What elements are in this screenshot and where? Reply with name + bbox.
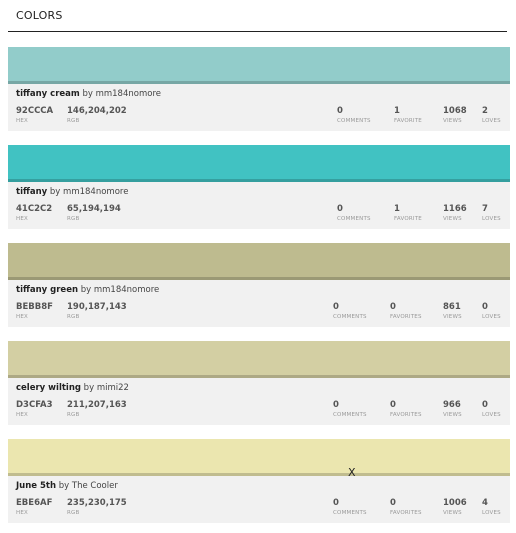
loves-stat[interactable]: 0 LOVES [482, 400, 501, 419]
comments-stat[interactable]: 0 COMMENTS [333, 302, 367, 321]
favorites-stat[interactable]: 0 FAVORITES [390, 498, 422, 517]
author-link[interactable]: mimi22 [97, 383, 129, 393]
comments-stat[interactable]: 0 COMMENTS [337, 106, 371, 125]
color-swatch[interactable] [8, 47, 510, 84]
hex-stat: 92CCCA HEX [16, 106, 54, 124]
colors-header: COLORS [8, 6, 507, 32]
color-title: tiffany green by mm184nomore [16, 285, 159, 295]
color-name-link[interactable]: tiffany green [16, 285, 78, 295]
color-name-link[interactable]: celery wilting [16, 383, 81, 393]
color-name-link[interactable]: June 5th [16, 481, 56, 491]
color-card[interactable]: celery wilting by mimi22 D3CFA3 HEX 211,2… [8, 341, 510, 425]
favorites-stat[interactable]: 0 FAVORITES [390, 302, 422, 321]
views-stat: 966 VIEWS [443, 400, 462, 418]
favorites-stat[interactable]: 1 FAVORITE [394, 106, 422, 125]
rgb-stat: 211,207,163 RGB [67, 400, 127, 418]
favorites-stat[interactable]: 0 FAVORITES [390, 400, 422, 419]
color-swatch[interactable] [8, 341, 510, 378]
by-label: by [80, 285, 92, 295]
page-title: COLORS [16, 9, 63, 22]
hex-stat: 41C2C2 HEX [16, 204, 53, 222]
loves-stat[interactable]: 2 LOVES [482, 106, 501, 125]
by-label: by [58, 481, 70, 491]
views-stat: 861 VIEWS [443, 302, 462, 320]
color-card[interactable]: tiffany cream by mm184nomore 92CCCA HEX 1… [8, 47, 510, 131]
color-title: tiffany cream by mm184nomore [16, 89, 161, 99]
views-stat: 1068 VIEWS [443, 106, 467, 124]
rgb-stat: 65,194,194 RGB [67, 204, 121, 222]
loves-stat[interactable]: 0 LOVES [482, 302, 501, 321]
close-cursor-icon: X [348, 466, 356, 479]
comments-stat[interactable]: 0 COMMENTS [333, 498, 367, 517]
loves-stat[interactable]: 4 LOVES [482, 498, 501, 517]
color-swatch[interactable] [8, 145, 510, 182]
views-stat: 1166 VIEWS [443, 204, 467, 222]
rgb-stat: 146,204,202 RGB [67, 106, 127, 124]
color-card[interactable]: tiffany green by mm184nomore BEBB8F HEX 1… [8, 243, 510, 327]
by-label: by [82, 89, 93, 99]
hex-stat: EBE6AF HEX [16, 498, 53, 516]
rgb-stat: 235,230,175 RGB [67, 498, 127, 516]
comments-stat[interactable]: 0 COMMENTS [333, 400, 367, 419]
loves-stat[interactable]: 7 LOVES [482, 204, 501, 223]
color-title: celery wilting by mimi22 [16, 383, 129, 393]
color-swatch[interactable] [8, 243, 510, 280]
color-card[interactable]: tiffany by mm184nomore 41C2C2 HEX 65,194,… [8, 145, 510, 229]
color-title: June 5th by The Cooler [16, 481, 118, 491]
views-stat: 1006 VIEWS [443, 498, 467, 516]
comments-stat[interactable]: 0 COMMENTS [337, 204, 371, 223]
color-title: tiffany by mm184nomore [16, 187, 128, 197]
author-link[interactable]: mm184nomore [96, 89, 161, 99]
author-link[interactable]: The Cooler [72, 481, 118, 491]
hex-stat: BEBB8F HEX [16, 302, 53, 320]
color-card[interactable]: June 5th by The Cooler EBE6AF HEX 235,230… [8, 439, 510, 523]
color-swatch[interactable] [8, 439, 510, 476]
favorites-stat[interactable]: 1 FAVORITE [394, 204, 422, 223]
author-link[interactable]: mm184nomore [94, 285, 159, 295]
color-name-link[interactable]: tiffany cream [16, 89, 80, 99]
author-link[interactable]: mm184nomore [63, 187, 128, 197]
by-label: by [83, 383, 95, 393]
color-name-link[interactable]: tiffany [16, 187, 47, 197]
hex-stat: D3CFA3 HEX [16, 400, 53, 418]
by-label: by [49, 187, 61, 197]
rgb-stat: 190,187,143 RGB [67, 302, 127, 320]
